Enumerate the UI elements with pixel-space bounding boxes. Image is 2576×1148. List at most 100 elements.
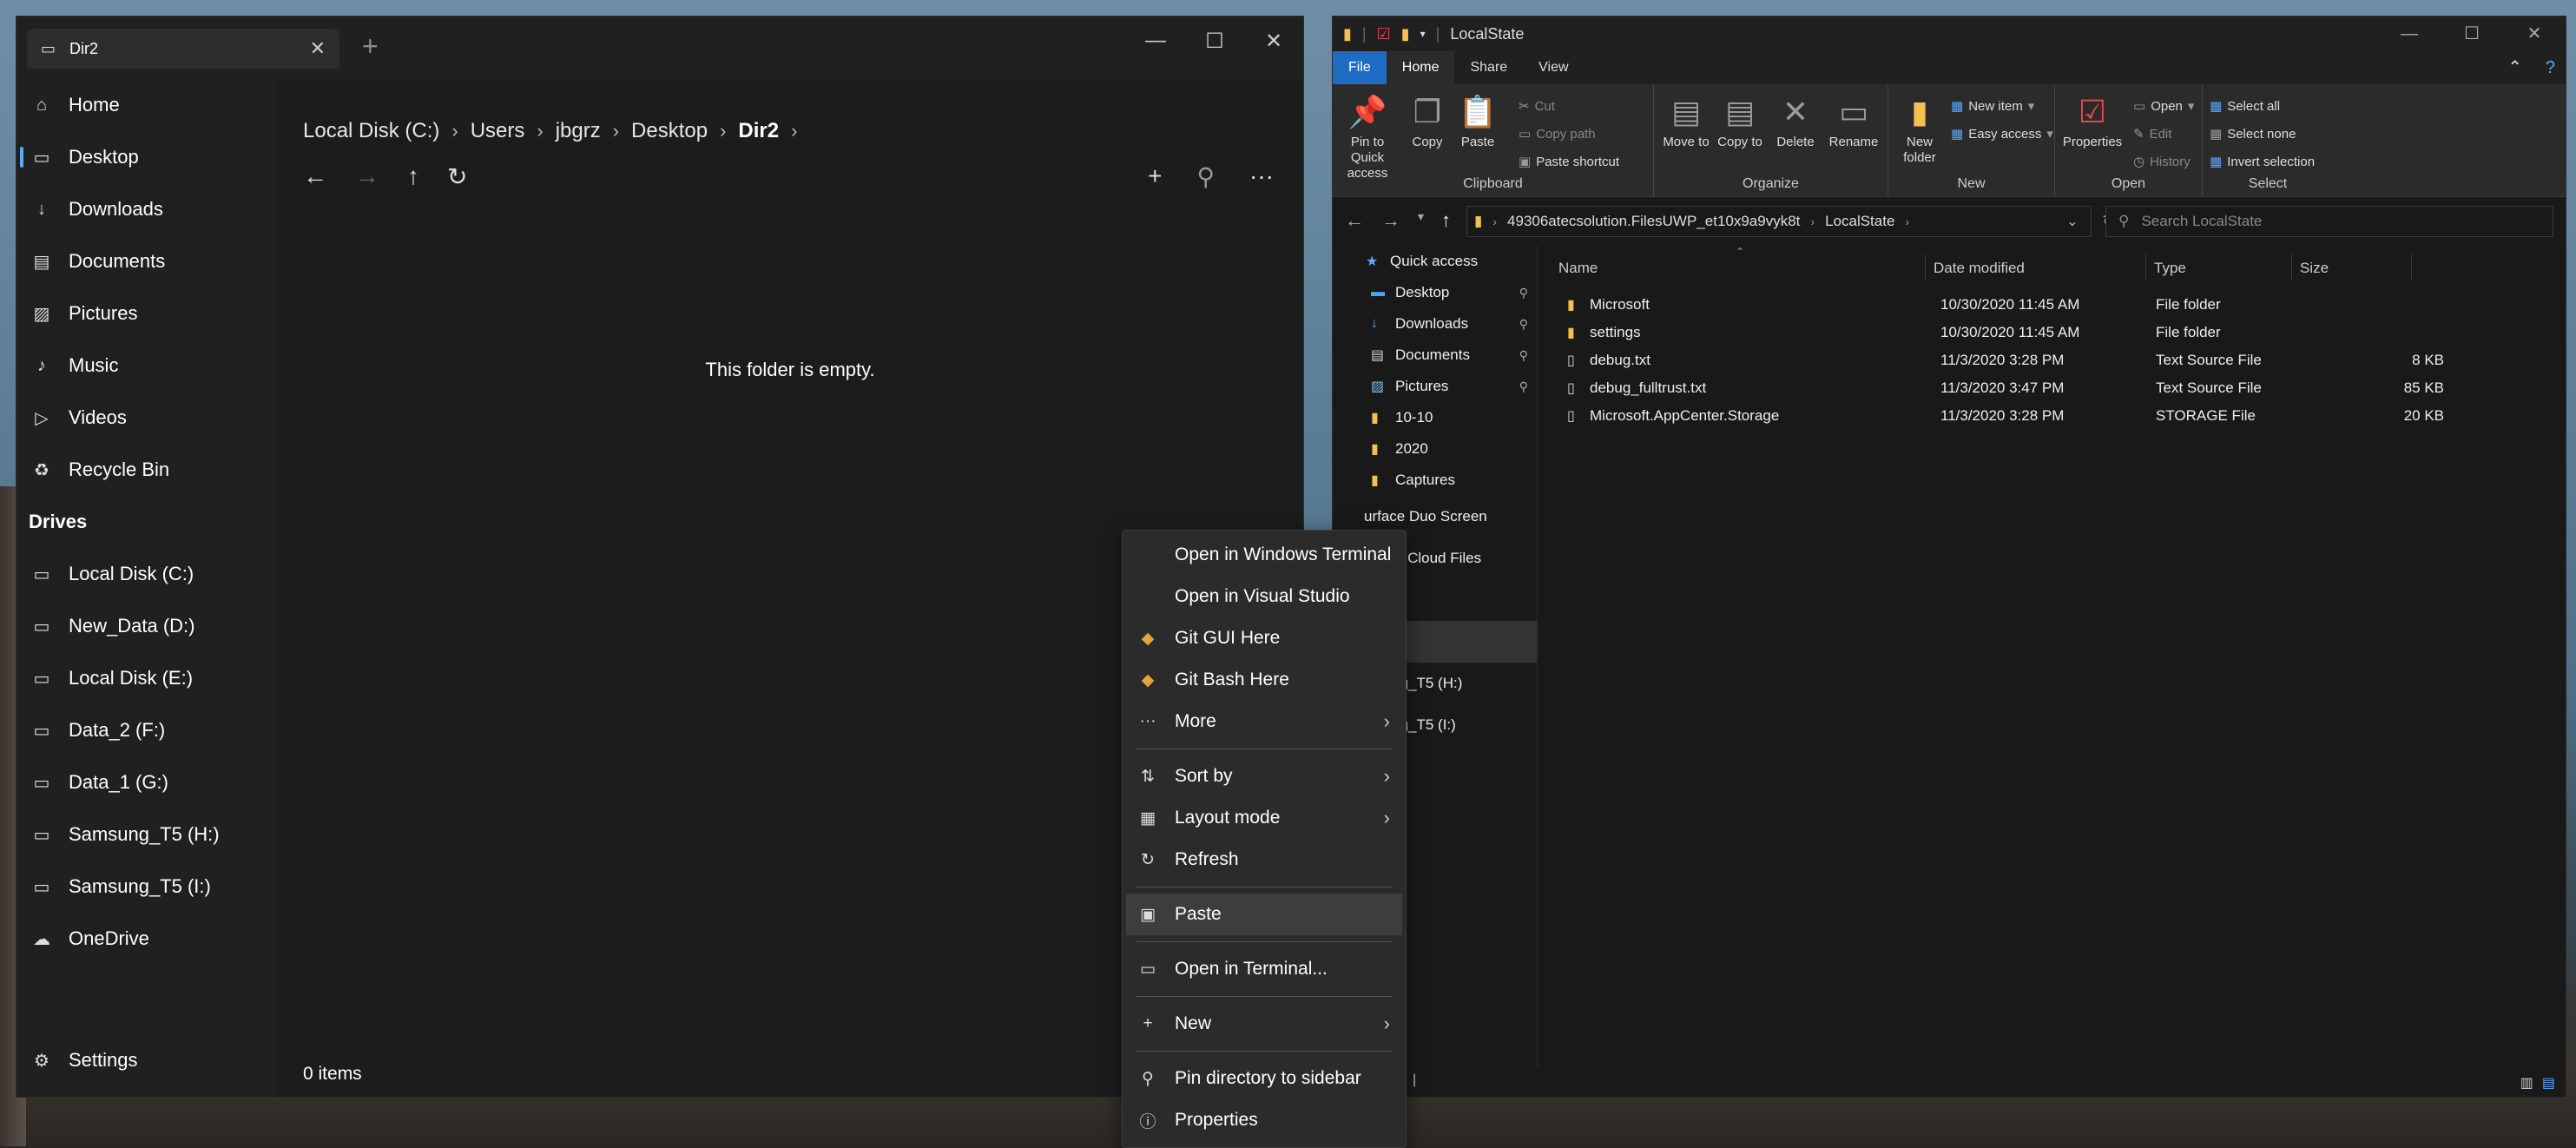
collapse-ribbon-icon[interactable]: ⌃ [2507, 56, 2522, 78]
tab-share[interactable]: Share [1454, 51, 1523, 84]
tab-view[interactable]: View [1523, 51, 1584, 84]
cut-button[interactable]: ✂ Cut [1519, 98, 1555, 115]
new-item-icon[interactable]: + [1148, 162, 1162, 191]
menu-item-layout-mode[interactable]: ▦ Layout mode › [1123, 797, 1406, 839]
properties-quick-icon[interactable]: ☑ [1377, 25, 1391, 43]
menu-item-git-bash-here[interactable]: ◆ Git Bash Here [1123, 659, 1406, 701]
breadcrumb-item[interactable]: Users [471, 119, 525, 143]
column-divider[interactable] [2145, 254, 2146, 280]
file-row[interactable]: ▯ debug_fulltrust.txt 11/3/2020 3:47 PM Tex… [1538, 374, 2566, 402]
column-divider[interactable] [1925, 254, 1926, 280]
quick-access-dropdown-icon[interactable]: ▾ [1420, 28, 1426, 40]
nav-item-folder[interactable]: ▮ 2020 [1333, 433, 1537, 465]
help-icon[interactable]: ? [2546, 58, 2555, 78]
recent-locations-icon[interactable]: ▾ [1418, 209, 1424, 232]
paste-shortcut-button[interactable]: ▣ Paste shortcut [1519, 154, 1619, 170]
tab-home[interactable]: Home [1386, 51, 1455, 84]
column-name[interactable]: Name [1558, 260, 1598, 277]
menu-item-paste[interactable]: ▣ Paste [1126, 894, 1402, 935]
up-arrow-icon[interactable]: ↑ [1441, 209, 1451, 232]
sidebar-drive-onedrive[interactable]: ☁ OneDrive [16, 913, 277, 965]
address-bar[interactable]: ▮ › 49306atecsolution.FilesUWP_et10x9a9v… [1466, 206, 2117, 237]
back-arrow-icon[interactable]: ← [303, 162, 327, 191]
column-divider[interactable] [2411, 254, 2412, 280]
sidebar-drive-local-disk-e[interactable]: ▭ Local Disk (E:) [16, 652, 277, 704]
close-tab-icon[interactable]: ✕ [310, 37, 326, 60]
nav-item-desktop[interactable]: ▬ Desktop ⚲ [1333, 277, 1537, 308]
menu-item-properties[interactable]: ⓘ Properties [1123, 1099, 1406, 1141]
edit-button[interactable]: ✎ Edit [2133, 126, 2171, 142]
file-row[interactable]: ▯ Microsoft.AppCenter.Storage 11/3/2020 3:… [1538, 402, 2566, 430]
sidebar-item-recycle-bin[interactable]: ♻ Recycle Bin [16, 444, 277, 496]
sidebar-drive-data-2-f[interactable]: ▭ Data_2 (F:) [16, 704, 277, 756]
column-type[interactable]: Type [2154, 260, 2186, 277]
address-segment[interactable]: LocalState [1825, 213, 1894, 230]
settings-button[interactable]: ⚙ Settings [16, 1034, 137, 1086]
nav-item-folder[interactable]: ▮ Captures [1333, 465, 1537, 496]
column-size[interactable]: Size [2300, 260, 2329, 277]
open-button[interactable]: ▭ Open ▾ [2133, 98, 2194, 115]
back-arrow-icon[interactable]: ← [1345, 209, 1364, 232]
rename-button[interactable]: ▭ Rename [1826, 93, 1881, 150]
sidebar-item-documents[interactable]: ▤ Documents [16, 235, 277, 287]
copy-button[interactable]: ❐ Copy [1406, 93, 1449, 150]
sidebar-drive-samsung-t5-i[interactable]: ▭ Samsung_T5 (I:) [16, 861, 277, 913]
more-options-icon[interactable]: ··· [1249, 162, 1274, 191]
breadcrumb-item[interactable]: jbgrz [556, 119, 601, 143]
address-segment[interactable]: 49306atecsolution.FilesUWP_et10x9a9vyk8t [1507, 213, 1800, 230]
up-arrow-icon[interactable]: ↑ [407, 162, 419, 191]
file-row[interactable]: ▮ Microsoft 10/30/2020 11:45 AM File folder [1538, 291, 2566, 319]
nav-item-documents[interactable]: ▤ Documents ⚲ [1333, 340, 1537, 371]
easy-access-button[interactable]: ▦ Easy access ▾ [1951, 126, 2053, 142]
breadcrumb-item[interactable]: Local Disk (C:) [303, 119, 439, 143]
menu-item-open-in-windows-terminal[interactable]: Open in Windows Terminal [1123, 534, 1406, 576]
new-tab-button[interactable]: + [362, 32, 379, 60]
maximize-button[interactable]: ☐ [2441, 16, 2503, 51]
properties-button[interactable]: ☑ Properties [2060, 93, 2125, 150]
sidebar-item-music[interactable]: ♪ Music [16, 340, 277, 392]
select-none-button[interactable]: ▦ Select none [2210, 126, 2296, 142]
menu-item-git-gui-here[interactable]: ◆ Git GUI Here [1123, 617, 1406, 659]
maximize-button[interactable]: ☐ [1185, 29, 1244, 54]
menu-item-sort-by[interactable]: ⇅ Sort by › [1123, 755, 1406, 797]
breadcrumb-item[interactable]: Dir2 [738, 119, 779, 143]
new-folder-button[interactable]: ▮ New folder [1895, 93, 1944, 166]
nav-item-pictures[interactable]: ▨ Pictures ⚲ [1333, 371, 1537, 402]
sidebar-item-pictures[interactable]: ▨ Pictures [16, 287, 277, 340]
tab-file[interactable]: File [1333, 51, 1387, 84]
menu-item-open-in-visual-studio[interactable]: Open in Visual Studio [1123, 576, 1406, 617]
sidebar-item-desktop[interactable]: ▭ Desktop [16, 131, 277, 183]
menu-item-open-in-terminal[interactable]: ▭ Open in Terminal... [1123, 948, 1406, 990]
new-item-button[interactable]: ▦ New item ▾ [1951, 98, 2034, 115]
sidebar-item-videos[interactable]: ▷ Videos [16, 392, 277, 444]
close-button[interactable]: ✕ [1244, 29, 1303, 54]
tab-dir2[interactable]: ▭ Dir2 ✕ [27, 29, 339, 69]
menu-item-refresh[interactable]: ↻ Refresh [1123, 839, 1406, 881]
large-icons-view-icon[interactable]: ▤ [2542, 1074, 2555, 1092]
search-input[interactable]: ⚲ Search LocalState [2105, 206, 2553, 237]
nav-quick-access[interactable]: ★ Quick access [1333, 246, 1537, 277]
sidebar-drive-new-data-d[interactable]: ▭ New_Data (D:) [16, 600, 277, 652]
pin-to-quick-access-button[interactable]: 📌 Pin to Quick access [1340, 93, 1395, 181]
nav-item-folder[interactable]: ▮ 10-10 [1333, 402, 1537, 433]
sidebar-drive-local-disk-c[interactable]: ▭ Local Disk (C:) [16, 548, 277, 600]
details-view-icon[interactable]: ▥ [2520, 1074, 2533, 1092]
search-icon[interactable]: ⚲ [1197, 162, 1216, 191]
close-button[interactable]: ✕ [2503, 16, 2566, 51]
select-all-button[interactable]: ▦ Select all [2210, 98, 2280, 115]
file-row[interactable]: ▮ settings 10/30/2020 11:45 AM File folder [1538, 319, 2566, 346]
file-row[interactable]: ▯ debug.txt 11/3/2020 3:28 PM Text Source F… [1538, 346, 2566, 374]
sidebar-drive-data-1-g[interactable]: ▭ Data_1 (G:) [16, 756, 277, 808]
paste-button[interactable]: 📋 Paste [1454, 93, 1501, 150]
nav-item-downloads[interactable]: ↓ Downloads ⚲ [1333, 308, 1537, 340]
forward-arrow-icon[interactable]: → [1381, 209, 1400, 232]
column-date-modified[interactable]: Date modified [1934, 260, 2025, 277]
delete-button[interactable]: ✕ Delete [1772, 93, 1819, 150]
invert-selection-button[interactable]: ▦ Invert selection [2210, 154, 2315, 170]
sidebar-item-home[interactable]: ⌂ Home [16, 79, 277, 131]
menu-item-pin-directory-to-sidebar[interactable]: ⚲ Pin directory to sidebar [1123, 1058, 1406, 1099]
new-folder-quick-icon[interactable]: ▮ [1401, 25, 1410, 43]
menu-item-new[interactable]: + New › [1123, 1003, 1406, 1045]
menu-item-more[interactable]: ··· More › [1123, 701, 1406, 742]
minimize-button[interactable]: — [2378, 16, 2441, 51]
